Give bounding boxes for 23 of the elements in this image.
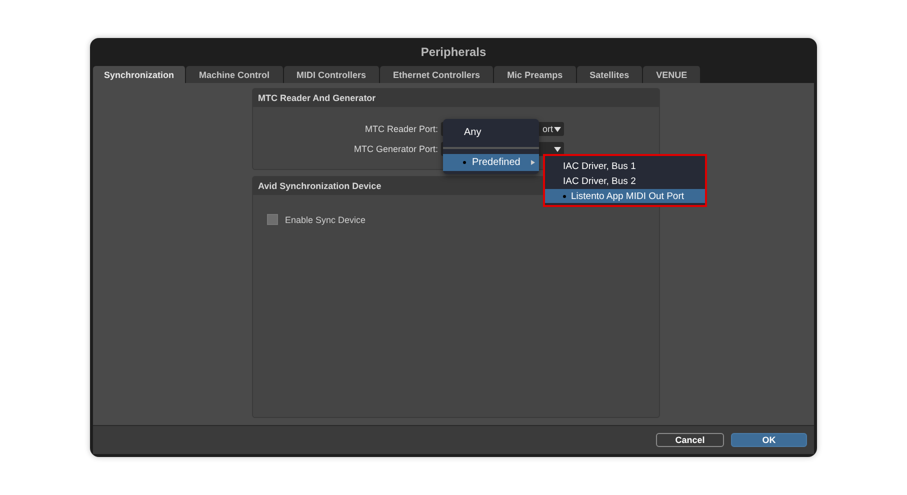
field-label: MTC Reader Port:	[364, 124, 438, 134]
cancel-button[interactable]: Cancel	[656, 433, 724, 447]
menu-item[interactable]: IAC Driver, Bus 1	[545, 159, 705, 173]
tab[interactable]: VENUE	[643, 66, 702, 83]
window-title: Peripherals	[420, 45, 486, 59]
ok-button[interactable]: OK	[731, 433, 807, 447]
tab[interactable]: Machine Control	[186, 66, 284, 83]
tab[interactable]: Mic Preamps	[494, 66, 577, 83]
tab[interactable]: Satellites	[576, 66, 644, 83]
tab[interactable]: MIDI Controllers	[284, 66, 380, 83]
menu-item[interactable]: Listento App MIDI Out Port	[545, 189, 705, 203]
tab[interactable]: Ethernet Controllers	[380, 66, 494, 83]
menu-item[interactable]: Any	[443, 121, 539, 143]
field-label: MTC Generator Port:	[352, 144, 438, 154]
panel-title: MTC Reader And Generator	[253, 89, 659, 107]
checkbox[interactable]	[267, 214, 278, 225]
selected-dot-icon	[463, 161, 466, 164]
caret-icon	[554, 146, 561, 152]
checkbox-label: Enable Sync Device	[285, 214, 366, 224]
menu-item[interactable]: Predefined	[443, 154, 539, 171]
tab[interactable]: Synchronization	[93, 66, 186, 83]
selected-dot-icon	[563, 194, 566, 198]
caret-icon	[554, 126, 561, 132]
